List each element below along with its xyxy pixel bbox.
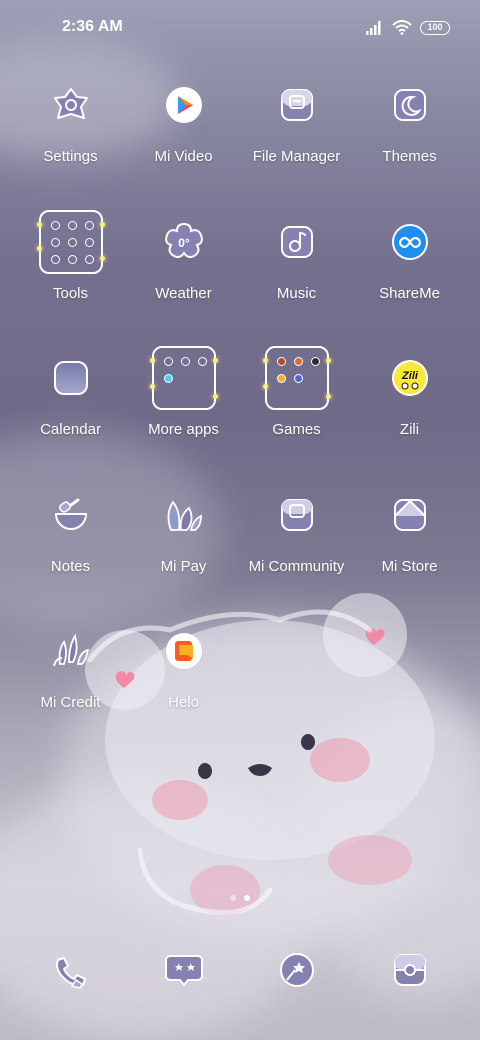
app-label: Helo xyxy=(168,694,199,711)
app-mi-credit[interactable]: Mi Credit xyxy=(14,626,127,711)
app-label: Calendar xyxy=(40,421,101,438)
app-label: Mi Pay xyxy=(160,558,207,575)
phone-icon xyxy=(55,957,86,989)
app-label: Mi Store xyxy=(381,558,438,575)
app-label: Notes xyxy=(50,558,91,575)
app-notes[interactable]: Notes xyxy=(14,490,127,575)
more-apps-folder-icon xyxy=(149,346,218,410)
signal-icon xyxy=(366,20,381,35)
app-calendar[interactable]: Calendar xyxy=(14,353,127,438)
themes-icon xyxy=(385,80,435,130)
folder-tools[interactable]: Tools xyxy=(14,210,127,302)
settings-icon xyxy=(46,80,96,130)
dock-phone[interactable] xyxy=(14,950,127,992)
app-weather[interactable]: 0° Weather xyxy=(127,217,240,302)
page-dot-active[interactable] xyxy=(244,895,250,901)
app-label: Mi Video xyxy=(154,148,213,165)
weather-temp: 0° xyxy=(178,236,190,250)
app-label: ShareMe xyxy=(379,285,440,302)
mi-video-icon xyxy=(159,80,209,130)
mi-credit-icon xyxy=(46,626,96,676)
app-label: Mi Community xyxy=(248,558,345,575)
app-label: File Manager xyxy=(252,148,341,165)
file-manager-icon xyxy=(272,80,322,130)
battery-indicator: 100 xyxy=(420,20,450,35)
app-mi-store[interactable]: Mi Store xyxy=(353,490,466,575)
app-settings[interactable]: Settings xyxy=(14,80,127,165)
status-bar: 2:36 AM 100 xyxy=(0,0,480,56)
app-label: Music xyxy=(276,285,317,302)
music-icon xyxy=(272,217,322,267)
mi-pay-icon xyxy=(159,490,209,540)
app-themes[interactable]: Themes xyxy=(353,80,466,165)
tools-folder-icon xyxy=(36,210,105,274)
browser-icon xyxy=(279,953,314,987)
status-icons: 100 xyxy=(366,20,450,35)
clock: 2:36 AM xyxy=(62,18,123,35)
notes-icon xyxy=(46,490,96,540)
shareme-icon xyxy=(385,217,435,267)
app-label: Zili xyxy=(399,421,420,438)
app-label: Settings xyxy=(43,148,98,165)
dock-messages[interactable] xyxy=(127,950,240,990)
mi-community-icon xyxy=(272,490,322,540)
weather-icon: 0° xyxy=(159,217,209,267)
folder-games[interactable]: Games xyxy=(240,346,353,438)
app-label: Mi Credit xyxy=(40,694,101,711)
dock-browser[interactable] xyxy=(240,950,353,990)
app-label: Tools xyxy=(52,285,89,302)
app-label: More apps xyxy=(148,421,219,438)
app-zili[interactable]: Zili Zili xyxy=(353,353,466,438)
app-mi-video[interactable]: Mi Video xyxy=(127,80,240,165)
dock xyxy=(14,950,466,1006)
app-label: Themes xyxy=(382,148,437,165)
wifi-icon xyxy=(392,20,412,35)
folder-more-apps[interactable]: More apps xyxy=(127,346,240,438)
app-label: Weather xyxy=(155,285,212,302)
svg-text:Zili: Zili xyxy=(401,370,419,382)
games-folder-icon xyxy=(262,346,331,410)
app-mi-pay[interactable]: Mi Pay xyxy=(127,490,240,575)
helo-icon xyxy=(159,626,209,676)
page-dot[interactable] xyxy=(230,895,236,901)
app-helo[interactable]: Helo xyxy=(127,626,240,711)
app-mi-community[interactable]: Mi Community xyxy=(240,490,353,575)
app-shareme[interactable]: ShareMe xyxy=(353,217,466,302)
app-label: Games xyxy=(272,421,321,438)
messages-icon xyxy=(164,955,203,987)
page-indicator[interactable] xyxy=(0,895,480,901)
app-file-manager[interactable]: File Manager xyxy=(240,80,353,165)
mi-store-icon xyxy=(385,490,435,540)
calendar-icon xyxy=(46,353,96,403)
camera-icon xyxy=(393,954,426,986)
dock-camera[interactable] xyxy=(353,950,466,990)
app-music[interactable]: Music xyxy=(240,217,353,302)
zili-icon: Zili xyxy=(385,353,435,403)
